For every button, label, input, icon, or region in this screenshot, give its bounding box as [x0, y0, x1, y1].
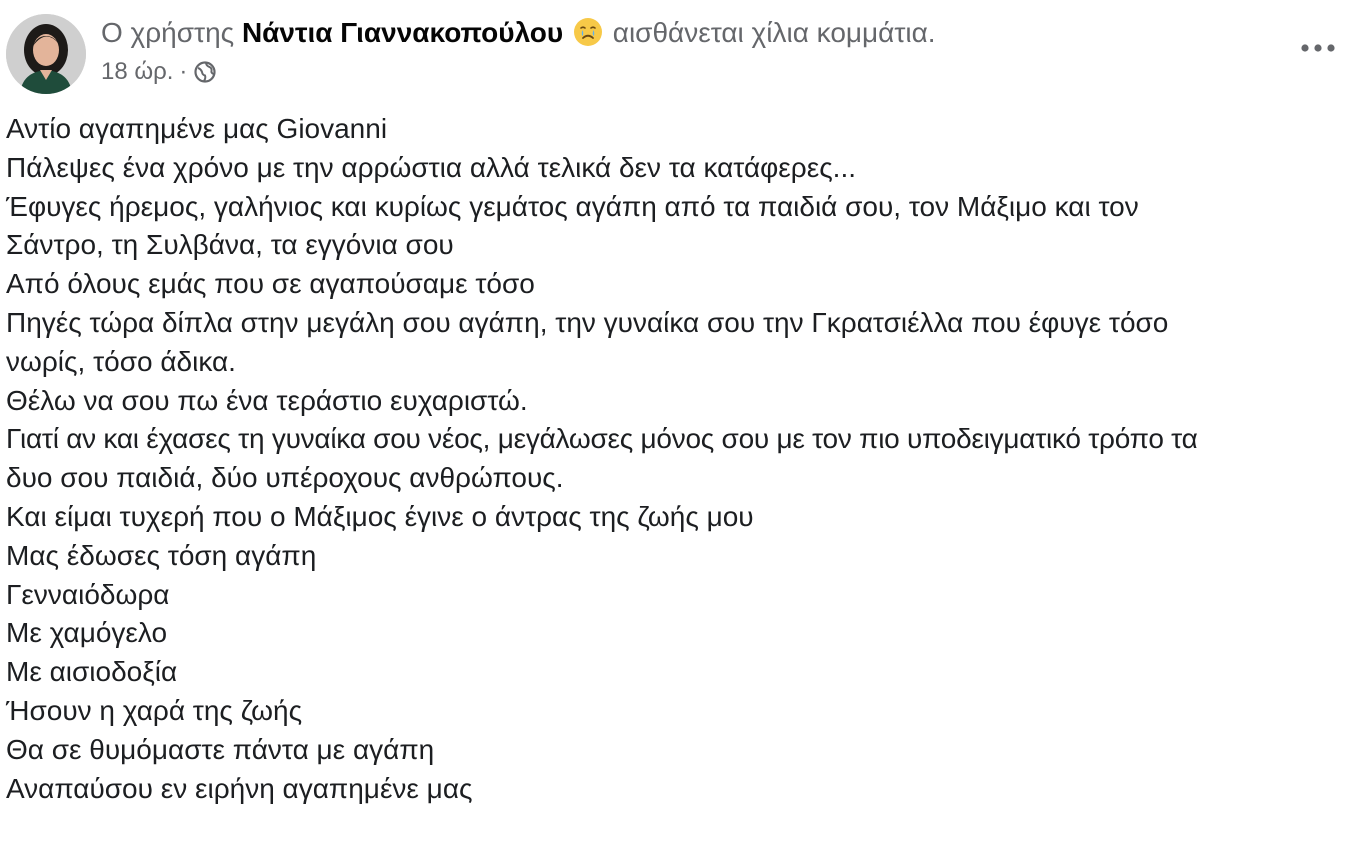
more-options-button[interactable]	[1296, 30, 1340, 66]
feeling-text: αισθάνεται χίλια κομμάτια.	[612, 17, 936, 48]
post-text-line: Και είμαι τυχερή που ο Μάξιμος έγινε ο ά…	[6, 500, 754, 532]
meta-separator: ·	[179, 58, 188, 85]
post-text-line: Σάντρο, τη Συλβάνα, τα εγγόνια σου	[6, 229, 454, 261]
post-text-line: Θέλω να σου πω ένα τεράστιο ευχαριστώ.	[6, 384, 528, 416]
header-prefix: Ο χρήστης	[101, 17, 235, 48]
post-text-line: Ήσουν η χαρά της ζωής	[6, 694, 303, 726]
globe-icon[interactable]	[193, 60, 217, 84]
post-text-line: Με χαμόγελο	[6, 617, 168, 649]
post-text: Αντίο αγαπημένε μας Giovanni Πάλεψες ένα…	[6, 110, 1352, 808]
post-meta: 18 ώρ. ·	[101, 56, 217, 88]
avatar[interactable]	[6, 14, 86, 94]
post-text-line: Μας έδωσες τόση αγάπη	[6, 539, 317, 571]
post-text-line: Γιατί αν και έχασες τη γυναίκα σου νέος,…	[6, 423, 1198, 455]
post-text-line: Αντίο αγαπημένε μας Giovanni	[6, 113, 388, 144]
post-text-line: νωρίς, τόσο άδικα.	[6, 345, 236, 377]
facebook-post: Ο χρήστης Νάντια Γιαννακοπούλου αισθάνετ…	[0, 0, 1354, 856]
post-text-line: Από όλους εμάς που σε αγαπούσαμε τόσο	[6, 268, 535, 300]
post-text-line: Αναπαύσου εν ειρήνη αγαπημένε μας	[6, 772, 473, 804]
post-text-line: Πηγές τώρα δίπλα στην μεγάλη σου αγάπη, …	[6, 306, 1169, 338]
post-text-line: Γενναιόδωρα	[6, 578, 170, 610]
sad-crying-face-icon	[573, 18, 602, 46]
post-text-line: Πάλεψες ένα χρόνο με την αρρώστια αλλά τ…	[6, 151, 857, 183]
post-timestamp-link[interactable]: 18 ώρ.	[101, 56, 173, 88]
more-horizontal-icon	[1301, 44, 1335, 52]
post-text-line: Έφυγες ήρεμος, γαλήνιος και κυρίως γεμάτ…	[6, 190, 1139, 222]
post-header: Ο χρήστης Νάντια Γιαννακοπούλου αισθάνετ…	[101, 15, 936, 51]
post-text-line: Θα σε θυμόμαστε πάντα με αγάπη	[6, 733, 435, 765]
post-text-line: Με αισιοδοξία	[6, 656, 178, 688]
profile-photo	[6, 14, 86, 94]
post-text-line: δυο σου παιδιά, δύο υπέροχους ανθρώπους.	[6, 462, 564, 494]
author-name-link[interactable]: Νάντια Γιαννακοπούλου	[242, 17, 563, 48]
